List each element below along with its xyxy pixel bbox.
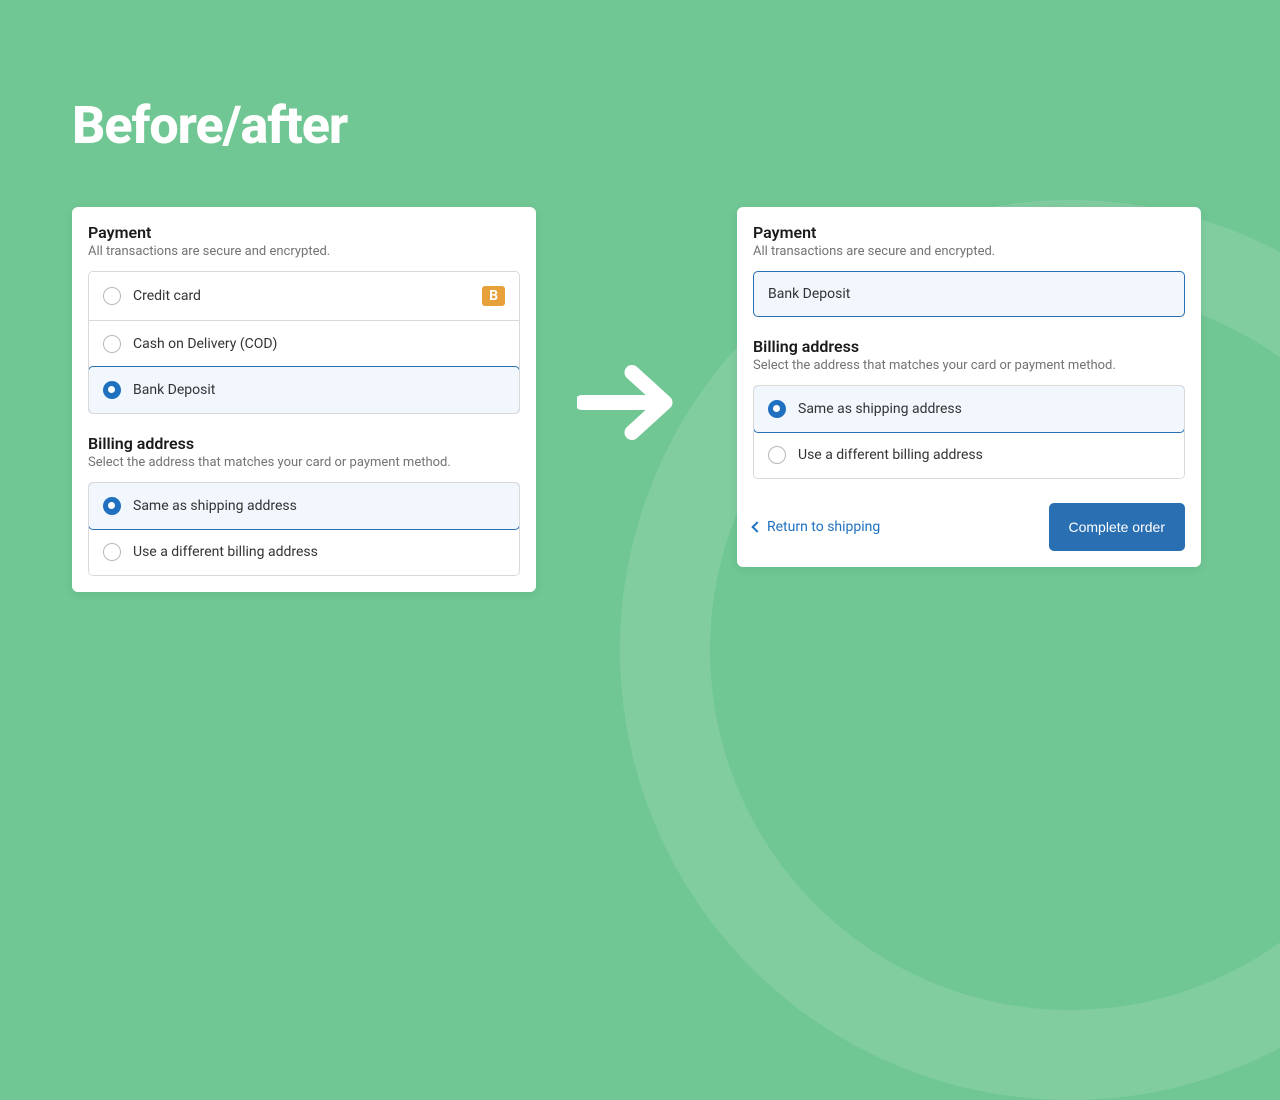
payment-options: Credit card B Cash on Delivery (COD) Ban…: [88, 271, 520, 414]
payment-subtitle: All transactions are secure and encrypte…: [753, 244, 1185, 259]
payment-title: Payment: [753, 223, 1185, 242]
billing-options: Same as shipping address Use a different…: [88, 482, 520, 576]
radio-icon: [768, 446, 786, 464]
option-label: Credit card: [133, 288, 201, 304]
billing-title: Billing address: [753, 337, 1185, 356]
option-label: Same as shipping address: [798, 401, 962, 417]
payment-option-bank-deposit[interactable]: Bank Deposit: [88, 366, 520, 414]
billing-option-same[interactable]: Same as shipping address: [753, 385, 1185, 433]
checkout-footer: Return to shipping Complete order: [753, 503, 1185, 551]
radio-icon: [103, 381, 121, 399]
radio-icon: [768, 400, 786, 418]
option-label: Same as shipping address: [133, 498, 297, 514]
option-label: Use a different billing address: [798, 447, 983, 463]
radio-icon: [103, 543, 121, 561]
radio-icon: [103, 335, 121, 353]
payment-title: Payment: [88, 223, 520, 242]
option-label: Cash on Delivery (COD): [133, 336, 277, 352]
billing-option-different[interactable]: Use a different billing address: [754, 432, 1184, 478]
page-title: Before/after: [72, 95, 347, 156]
billing-subtitle: Select the address that matches your car…: [88, 455, 520, 470]
chevron-left-icon: [751, 521, 762, 532]
before-panel: Payment All transactions are secure and …: [72, 207, 536, 592]
billing-subtitle: Select the address that matches your car…: [753, 358, 1185, 373]
arrow-icon: [577, 360, 677, 445]
card-badge-icon: B: [482, 286, 505, 306]
option-label: Bank Deposit: [133, 382, 215, 398]
billing-title: Billing address: [88, 434, 520, 453]
billing-option-same[interactable]: Same as shipping address: [88, 482, 520, 530]
radio-icon: [103, 497, 121, 515]
payment-option-cod[interactable]: Cash on Delivery (COD): [89, 320, 519, 367]
option-label: Use a different billing address: [133, 544, 318, 560]
complete-order-button[interactable]: Complete order: [1049, 503, 1186, 551]
after-panel: Payment All transactions are secure and …: [737, 207, 1201, 567]
billing-options: Same as shipping address Use a different…: [753, 385, 1185, 479]
radio-icon: [103, 287, 121, 305]
payment-option-credit-card[interactable]: Credit card B: [89, 272, 519, 320]
option-label: Bank Deposit: [768, 286, 850, 302]
return-to-shipping-link[interactable]: Return to shipping: [753, 519, 880, 535]
back-label: Return to shipping: [767, 519, 880, 535]
billing-option-different[interactable]: Use a different billing address: [89, 529, 519, 575]
payment-subtitle: All transactions are secure and encrypte…: [88, 244, 520, 259]
payment-single-option[interactable]: Bank Deposit: [753, 271, 1185, 317]
